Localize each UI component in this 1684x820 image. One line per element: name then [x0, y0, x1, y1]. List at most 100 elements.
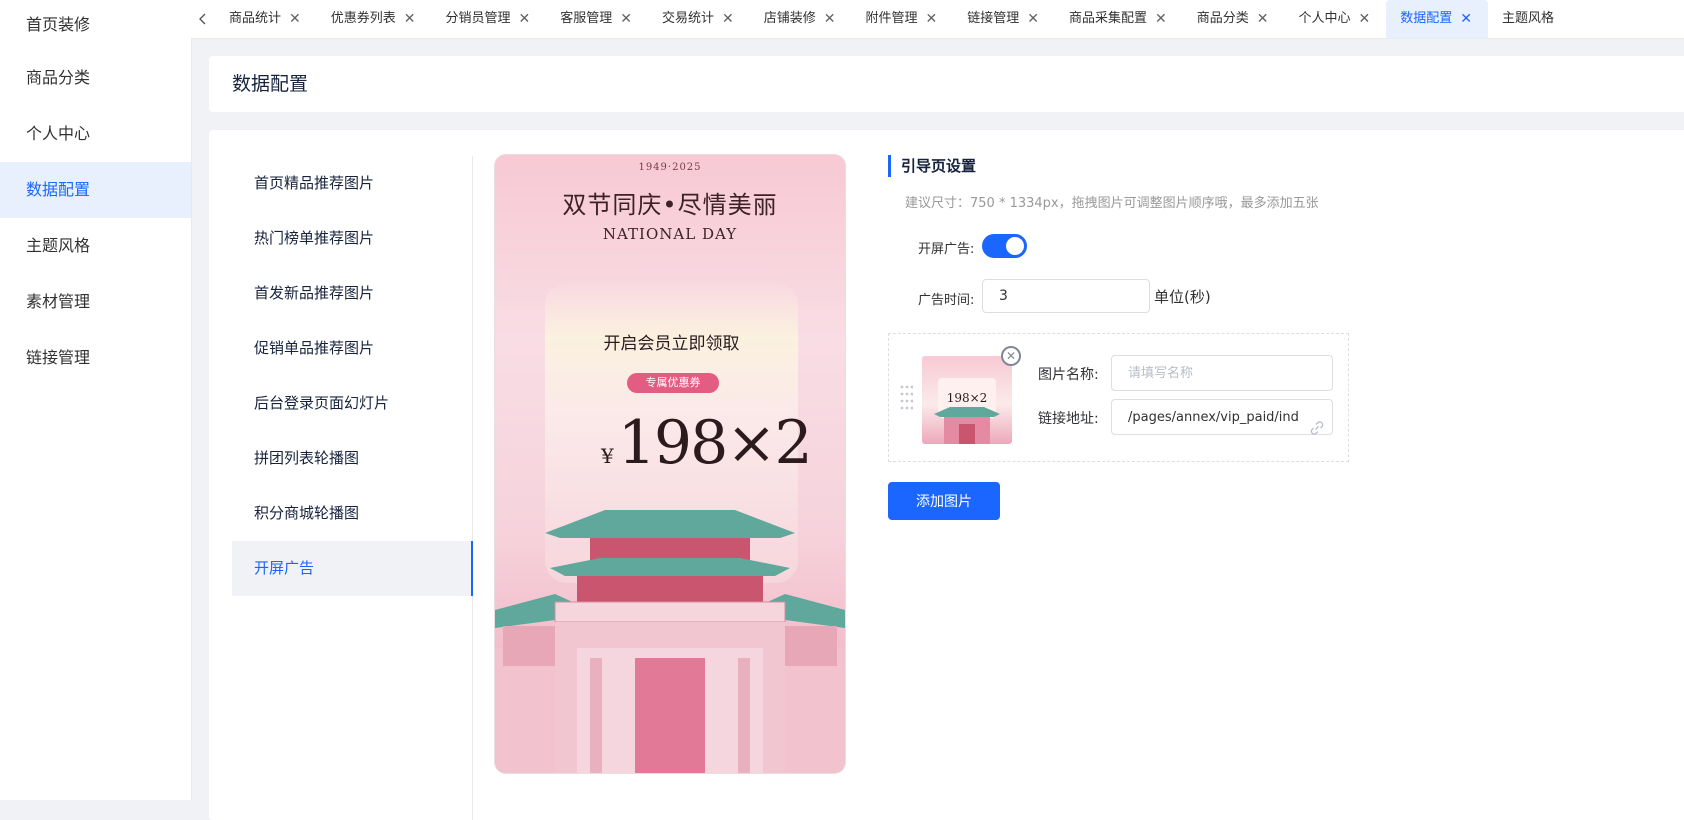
tab-product-stats[interactable]: 商品统计 ✕ — [215, 0, 317, 38]
close-icon[interactable]: ✕ — [1155, 0, 1167, 38]
add-image-button[interactable]: 添加图片 — [888, 482, 1000, 520]
tab-product-category[interactable]: 商品分类 ✕ — [1183, 0, 1285, 38]
sidebar-nav: 首页装修 商品分类 个人中心 数据配置 主题风格 素材管理 链接管理 — [0, 0, 192, 800]
ad-time-label: 广告时间: — [918, 293, 975, 308]
tab-label: 商品统计 — [229, 11, 282, 26]
tab-store-decoration[interactable]: 店铺装修 ✕ — [750, 0, 852, 38]
splash-ad-preview: 1949·2025 双节同庆•尽情美丽 NATIONAL DAY 开启会员立即领… — [494, 154, 846, 774]
ad-time-unit: 单位(秒) — [1154, 288, 1211, 306]
size-hint: 建议尺寸：750 * 1334px，拖拽图片可调整图片顺序哦，最多添加五张 — [905, 196, 1319, 211]
sidebar-item-home-decoration[interactable]: 首页装修 — [0, 0, 191, 50]
palace-illustration — [495, 510, 845, 773]
tab-label: 数据配置 — [1400, 11, 1453, 26]
tab-trade-stats[interactable]: 交易统计 ✕ — [648, 0, 750, 38]
section-title: 引导页设置 — [888, 155, 976, 177]
preview-card-title: 开启会员立即领取 — [603, 334, 740, 354]
menu-item-label: 促销单品推荐图片 — [254, 339, 375, 357]
tabs-bar: 商品统计 ✕ 优惠券列表 ✕ 分销员管理 ✕ 客服管理 ✕ 交易统计 ✕ 店铺装修 ✕ 附件… — [191, 0, 1684, 39]
chevron-left-icon[interactable] — [191, 0, 215, 38]
sidebar-item-theme-style[interactable]: 主题风格 — [0, 218, 191, 274]
sidebar-item-label: 主题风格 — [26, 236, 91, 255]
sidebar-item-label: 个人中心 — [26, 124, 91, 143]
sidebar-item-label: 链接管理 — [26, 348, 91, 367]
sidebar-item-label: 数据配置 — [26, 180, 91, 199]
tab-attachment-management[interactable]: 附件管理 ✕ — [852, 0, 954, 38]
close-icon[interactable]: ✕ — [824, 0, 836, 38]
image-thumbnail[interactable]: 198×2 — [922, 356, 1012, 444]
tab-list: 商品统计 ✕ 优惠券列表 ✕ 分销员管理 ✕ 客服管理 ✕ 交易统计 ✕ 店铺装修 ✕ 附件… — [215, 0, 1570, 38]
menu-item-login-slides[interactable]: 后台登录页面幻灯片 — [232, 376, 472, 431]
menu-item-home-featured-images[interactable]: 首页精品推荐图片 — [232, 156, 472, 211]
menu-item-label: 积分商城轮播图 — [254, 504, 360, 522]
menu-item-points-mall-carousel[interactable]: 积分商城轮播图 — [232, 486, 472, 541]
config-menu: 首页精品推荐图片 热门榜单推荐图片 首发新品推荐图片 促销单品推荐图片 后台登录… — [232, 156, 473, 820]
close-icon[interactable]: ✕ — [926, 0, 938, 38]
tab-customer-service[interactable]: 客服管理 ✕ — [546, 0, 648, 38]
splash-settings-panel: 引导页设置 建议尺寸：750 * 1334px，拖拽图片可调整图片顺序哦，最多添… — [888, 152, 1668, 612]
tab-label: 店铺装修 — [763, 11, 816, 26]
sidebar-item-data-config[interactable]: 数据配置 — [0, 162, 191, 218]
menu-item-hot-list-images[interactable]: 热门榜单推荐图片 — [232, 211, 472, 266]
close-icon[interactable]: ✕ — [519, 0, 531, 38]
tab-link-management[interactable]: 链接管理 ✕ — [953, 0, 1055, 38]
tab-label: 商品分类 — [1196, 11, 1249, 26]
menu-item-label: 热门榜单推荐图片 — [254, 229, 375, 247]
sidebar-item-material-management[interactable]: 素材管理 — [0, 274, 191, 330]
sidebar-item-link-management[interactable]: 链接管理 — [0, 330, 191, 386]
tab-label: 优惠券列表 — [330, 11, 396, 26]
preview-year: 1949·2025 — [638, 162, 702, 173]
image-name-input[interactable] — [1111, 355, 1333, 391]
ad-time-input[interactable] — [982, 279, 1150, 313]
menu-item-promotion-images[interactable]: 促销单品推荐图片 — [232, 321, 472, 376]
tab-distributor-management[interactable]: 分销员管理 ✕ — [432, 0, 547, 38]
sidebar-item-label: 首页装修 — [26, 15, 91, 34]
tab-label: 主题风格 — [1502, 11, 1555, 26]
image-item: 198×2 ✕ 图片名称: 链接地址: — [888, 333, 1349, 462]
preview-title: 双节同庆•尽情美丽 — [562, 191, 778, 219]
thumbnail-palace-illustration — [934, 407, 1000, 444]
menu-item-splash-ad[interactable]: 开屏广告 — [232, 541, 473, 596]
sidebar-item-product-category[interactable]: 商品分类 — [0, 50, 191, 106]
page-header: 数据配置 — [209, 56, 1684, 112]
close-icon[interactable]: ✕ — [289, 0, 301, 38]
sidebar-item-personal-center[interactable]: 个人中心 — [0, 106, 191, 162]
close-icon[interactable]: ✕ — [1257, 0, 1269, 38]
menu-item-label: 后台登录页面幻灯片 — [254, 394, 390, 412]
image-name-label: 图片名称: — [1038, 367, 1099, 383]
close-icon[interactable]: ✕ — [404, 0, 416, 38]
sidebar-item-label: 素材管理 — [26, 292, 91, 311]
content-card: 首页精品推荐图片 热门榜单推荐图片 首发新品推荐图片 促销单品推荐图片 后台登录… — [209, 130, 1684, 820]
close-icon[interactable]: ✕ — [620, 0, 632, 38]
tab-label: 客服管理 — [560, 11, 613, 26]
close-icon[interactable]: ✕ — [1460, 0, 1472, 38]
tab-coupon-list[interactable]: 优惠券列表 ✕ — [317, 0, 432, 38]
menu-item-label: 开屏广告 — [254, 559, 315, 577]
remove-image-icon[interactable]: ✕ — [1001, 346, 1021, 366]
tab-label: 商品采集配置 — [1069, 11, 1148, 26]
link-icon[interactable] — [1309, 420, 1325, 436]
menu-item-group-buy-carousel[interactable]: 拼团列表轮播图 — [232, 431, 472, 486]
link-address-input[interactable] — [1111, 399, 1333, 435]
tab-label: 附件管理 — [865, 11, 918, 26]
menu-item-label: 首页精品推荐图片 — [254, 174, 375, 192]
preview-currency: ¥ — [601, 444, 614, 468]
tab-label: 交易统计 — [662, 11, 715, 26]
tab-label: 个人中心 — [1298, 11, 1351, 26]
splash-ad-switch-label: 开屏广告: — [918, 242, 975, 257]
preview-badge: 专属优惠券 — [627, 373, 719, 393]
tab-label: 链接管理 — [967, 11, 1020, 26]
tab-theme-style[interactable]: 主题风格 — [1488, 0, 1570, 38]
close-icon[interactable]: ✕ — [722, 0, 734, 38]
preview-subtitle: NATIONAL DAY — [602, 225, 738, 243]
splash-ad-toggle[interactable] — [982, 234, 1027, 258]
menu-item-label: 拼团列表轮播图 — [254, 449, 360, 467]
close-icon[interactable]: ✕ — [1359, 0, 1371, 38]
tab-product-collection-config[interactable]: 商品采集配置 ✕ — [1055, 0, 1183, 38]
close-icon[interactable]: ✕ — [1027, 0, 1039, 38]
link-address-label: 链接地址: — [1038, 411, 1099, 427]
preview-price-value: 198×2 — [617, 408, 813, 478]
menu-item-new-product-images[interactable]: 首发新品推荐图片 — [232, 266, 472, 321]
tab-data-config[interactable]: 数据配置 ✕ — [1386, 0, 1488, 38]
drag-handle-icon[interactable] — [899, 384, 913, 414]
tab-personal-center[interactable]: 个人中心 ✕ — [1285, 0, 1387, 38]
